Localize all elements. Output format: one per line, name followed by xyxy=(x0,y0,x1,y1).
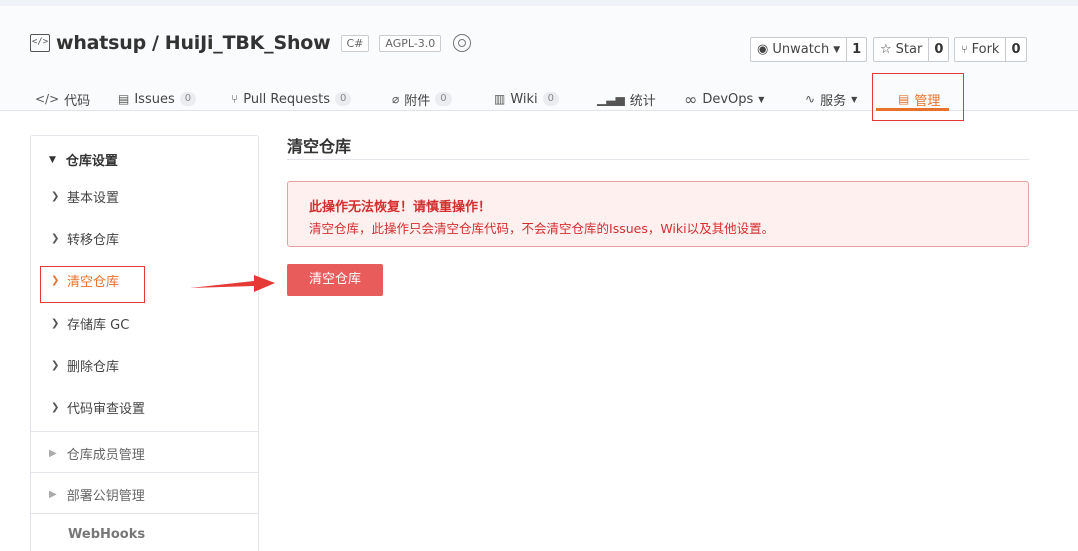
watch-button[interactable]: ◉ Unwatch ▼ 1 xyxy=(750,37,868,62)
repo-name-link[interactable]: HuiJi_TBK_Show xyxy=(165,32,331,54)
watch-label: Unwatch xyxy=(772,42,830,57)
tab-issues-label: Issues xyxy=(134,91,175,107)
sidebar-section-title: 仓库设置 xyxy=(65,154,118,169)
tab-issues[interactable]: ▤ Issues 0 xyxy=(118,81,197,117)
chevron-right-icon: ❯ xyxy=(51,191,60,202)
infinity-icon: ∞ xyxy=(684,89,698,109)
sidebar-item-label: 存储库 GC xyxy=(67,318,130,333)
clear-repo-button[interactable]: 清空仓库 xyxy=(287,264,383,296)
sidebar-divider xyxy=(31,513,258,514)
sidebar-divider xyxy=(31,472,258,473)
code-repo-icon: </> xyxy=(30,34,50,52)
paperclip-icon: ⌀ xyxy=(392,92,400,106)
wiki-count: 0 xyxy=(542,92,560,106)
bar-chart-icon: ▁▃▅ xyxy=(597,92,625,106)
caret-right-icon: ▶ xyxy=(49,489,57,500)
sidebar-item-label: 删除仓库 xyxy=(67,360,120,375)
alert-title: 此操作无法恢复！请慎重操作！ xyxy=(309,200,492,215)
annotation-box-manage-tab xyxy=(872,73,964,121)
danger-alert: 此操作无法恢复！请慎重操作！ 清空仓库，此操作只会清空仓库代码，不会清空仓库的I… xyxy=(287,181,1029,247)
sidebar-divider xyxy=(31,431,258,432)
title-divider xyxy=(287,159,1029,160)
settings-sidebar: ▼ 仓库设置 ❯ 基本设置 ❯ 转移仓库 ❯ 清空仓库 ❯ 存储库 GC ❯ 删除仓库 ❯… xyxy=(30,135,259,551)
book-icon: ▥ xyxy=(494,92,506,106)
alert-text: 清空仓库，此操作只会清空仓库代码，不会清空仓库的Issues，Wiki以及其他设… xyxy=(309,221,775,236)
repo-title: </> whatsup / HuiJi_TBK_Show C# AGPL-3.0 xyxy=(30,32,472,54)
pulse-icon: ∿ xyxy=(805,92,816,106)
annotation-arrow-icon xyxy=(190,275,275,292)
repo-separator: / xyxy=(152,32,159,54)
issues-count: 0 xyxy=(179,92,197,106)
sidebar-section-label: 仓库成员管理 xyxy=(66,448,145,463)
tab-attachments[interactable]: ⌀ 附件 0 xyxy=(392,81,452,117)
chevron-right-icon: ❯ xyxy=(51,402,60,413)
sidebar-item-basic-settings[interactable]: ❯ 基本设置 xyxy=(51,187,119,206)
sidebar-item-transfer-repo[interactable]: ❯ 转移仓库 xyxy=(51,229,119,248)
page-title: 清空仓库 xyxy=(287,137,352,156)
sidebar-section-deploy-keys[interactable]: ▶ 部署公钥管理 xyxy=(49,485,145,504)
tab-wiki[interactable]: ▥ Wiki 0 xyxy=(494,81,560,117)
tab-devops[interactable]: ∞ DevOps ▼ xyxy=(684,81,764,117)
sidebar-section-label: 部署公钥管理 xyxy=(66,489,145,504)
star-count[interactable]: 0 xyxy=(929,42,948,57)
tab-attachments-label: 附件 xyxy=(404,93,431,109)
watch-count[interactable]: 1 xyxy=(847,42,866,57)
sidebar-item-label: 代码审查设置 xyxy=(67,402,146,417)
tab-devops-label: DevOps xyxy=(702,91,754,107)
tab-services-label: 服务 xyxy=(820,93,847,109)
fork-count[interactable]: 0 xyxy=(1006,42,1025,57)
sidebar-item-storage-gc[interactable]: ❯ 存储库 GC xyxy=(51,314,129,333)
tab-code-label: 代码 xyxy=(64,93,91,109)
eye-icon: ◉ xyxy=(757,42,769,57)
caret-down-icon: ▼ xyxy=(49,154,56,165)
code-icon: </> xyxy=(35,92,60,106)
issues-icon: ▤ xyxy=(118,92,130,106)
sidebar-section-members[interactable]: ▶ 仓库成员管理 xyxy=(49,444,145,463)
star-label: Star xyxy=(895,42,923,57)
pulls-count: 0 xyxy=(335,92,352,106)
fork-icon: ⑂ xyxy=(961,43,968,56)
chevron-right-icon: ❯ xyxy=(51,318,60,329)
pull-request-icon: ⑂ xyxy=(231,92,239,106)
chevron-right-icon: ❯ xyxy=(51,360,60,371)
fork-button[interactable]: ⑂ Fork 0 xyxy=(954,37,1027,62)
annotation-box-clear-repo xyxy=(40,266,145,303)
chevron-down-icon: ▼ xyxy=(833,44,841,55)
sidebar-item-label: 转移仓库 xyxy=(67,233,120,248)
tab-services[interactable]: ∿ 服务 ▼ xyxy=(805,81,857,117)
tab-stats[interactable]: ▁▃▅ 统计 xyxy=(597,81,656,117)
tab-stats-label: 统计 xyxy=(629,93,656,109)
license-tag[interactable]: AGPL-3.0 xyxy=(379,34,442,52)
chevron-right-icon: ❯ xyxy=(51,233,60,244)
tab-pull-requests[interactable]: ⑂ Pull Requests 0 xyxy=(231,81,352,117)
sidebar-item-label: 基本设置 xyxy=(67,191,120,206)
attachments-count: 0 xyxy=(435,92,452,106)
sidebar-section-repo-settings[interactable]: ▼ 仓库设置 xyxy=(49,150,118,169)
repo-owner-link[interactable]: whatsup xyxy=(56,32,146,54)
caret-right-icon: ▶ xyxy=(49,448,57,459)
fork-label: Fork xyxy=(971,42,1000,57)
star-button[interactable]: ☆ Star 0 xyxy=(873,37,950,62)
certified-badge-icon xyxy=(453,34,472,52)
sidebar-item-webhooks[interactable]: WebHooks xyxy=(68,527,145,542)
chevron-down-icon: ▼ xyxy=(851,94,858,104)
language-tag[interactable]: C# xyxy=(340,34,370,52)
sidebar-item-delete-repo[interactable]: ❯ 删除仓库 xyxy=(51,356,119,375)
star-icon: ☆ xyxy=(880,42,892,57)
chevron-down-icon: ▼ xyxy=(758,94,765,104)
tab-wiki-label: Wiki xyxy=(510,91,538,107)
tab-pull-requests-label: Pull Requests xyxy=(243,91,330,107)
sidebar-item-code-review-settings[interactable]: ❯ 代码审查设置 xyxy=(51,398,145,417)
tab-code[interactable]: </> 代码 xyxy=(35,81,90,117)
